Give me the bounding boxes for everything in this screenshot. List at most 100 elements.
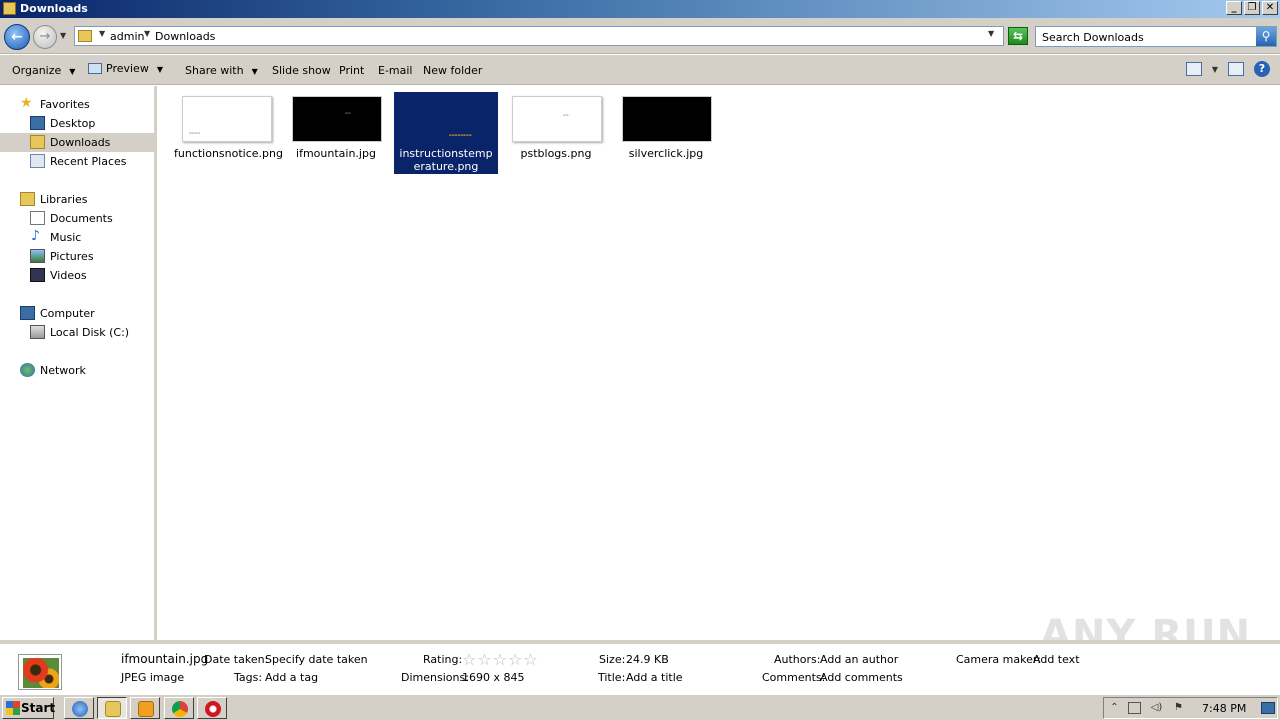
address-bar[interactable]: ▼ admin ▼ Downloads [74,26,1004,46]
nav-music[interactable]: ♪ Music [0,228,157,247]
volume-icon[interactable]: ◁) [1150,702,1163,714]
nav-libraries[interactable]: Libraries [0,190,157,209]
file-item-selected[interactable]: ▬▬▬▬▬▬▬▬ instructionstemperature.png [394,92,498,174]
explorer-folder-icon [105,701,121,717]
nav-favorites[interactable]: ★ Favorites [0,95,157,114]
taskbar-media-player[interactable] [130,697,160,719]
network-status-icon[interactable] [1128,702,1141,714]
file-name: pstblogs.png [520,147,592,160]
new-folder-button[interactable]: New folder [423,64,482,77]
chrome-icon [172,701,188,717]
camera-maker-label: Camera maker: [956,653,1041,666]
refresh-button[interactable]: ⇆ [1008,27,1028,45]
search-placeholder: Search Downloads [1042,31,1144,44]
breadcrumb-admin[interactable]: admin [110,30,144,43]
comments-field[interactable]: Add comments [820,671,903,684]
nav-documents[interactable]: Documents [0,209,157,228]
clock[interactable]: 7:48 PM [1202,702,1246,715]
file-name: silverclick.jpg [628,147,704,160]
taskbar-opera[interactable] [197,697,227,719]
file-name: ifmountain.jpg [296,147,376,160]
search-icon[interactable]: ⚲ [1256,27,1276,46]
nav-pictures-label: Pictures [50,250,94,263]
restore-button[interactable]: ❐ [1244,1,1260,15]
date-taken-label: Date taken: [204,653,269,666]
date-taken-field[interactable]: Specify date taken [265,653,368,666]
nav-pictures[interactable]: Pictures [0,247,157,266]
chevron-down-icon[interactable]: ▼ [144,29,150,38]
address-dropdown[interactable]: ▼ [988,29,994,38]
nav-desktop[interactable]: Desktop [0,114,157,133]
recent-pages-dropdown[interactable]: ▼ [60,31,66,40]
back-button[interactable]: ← [4,24,30,50]
authors-label: Authors: [774,653,821,666]
nav-downloads[interactable]: Downloads [0,133,157,152]
nav-computer-label: Computer [40,307,95,320]
taskbar: Start ⌃ ◁) ⚑ 7:48 PM [0,694,1280,720]
opera-icon [205,701,221,717]
camera-maker-field[interactable]: Add text [1033,653,1080,666]
nav-recent-places[interactable]: Recent Places [0,152,157,171]
image-thumbnail [622,96,712,142]
file-item[interactable]: ▬▬▬▬ functionsnotice.png [174,92,283,174]
view-tools: ▼ ? [1185,61,1270,77]
nav-local-disk-label: Local Disk (C:) [50,326,130,339]
search-input[interactable]: Search Downloads ⚲ [1035,26,1277,47]
navigation-pane: ★ Favorites Desktop Downloads Recent Pla… [0,86,157,640]
downloads-folder-icon [30,135,45,149]
taskbar-internet-explorer[interactable] [64,697,94,719]
thumbnail-text: ▬▬▬▬ [189,131,201,135]
file-item[interactable]: silverclick.jpg [614,92,718,174]
print-button[interactable]: Print [339,64,364,77]
network-icon [20,363,35,377]
close-button[interactable]: ✕ [1262,1,1278,15]
image-thumbnail: ▬▬▬▬ [182,96,272,142]
taskbar-chrome[interactable] [164,697,194,719]
file-item[interactable]: ▬▬ ifmountain.jpg [284,92,388,174]
slide-show-button[interactable]: Slide show [272,64,331,77]
tags-field[interactable]: Add a tag [265,671,318,684]
title-label: Title: [598,671,626,684]
folder-icon [3,2,16,15]
nav-computer[interactable]: Computer [0,304,157,323]
minimize-button[interactable]: _ [1226,1,1242,15]
nav-documents-label: Documents [50,212,113,225]
nav-network[interactable]: Network [0,361,157,380]
chevron-down-icon[interactable]: ▼ [99,29,105,38]
nav-videos[interactable]: Videos [0,266,157,285]
help-icon[interactable]: ? [1254,61,1270,77]
preview-button[interactable]: Preview ▼ [88,62,163,75]
share-with-button[interactable]: Share with ▼ [185,64,258,77]
rating-stars[interactable]: ☆☆☆☆☆ [462,650,539,669]
show-desktop-icon[interactable] [1261,702,1275,714]
chevron-down-icon[interactable]: ▼ [157,65,163,74]
email-button[interactable]: E-mail [378,64,413,77]
nav-desktop-label: Desktop [50,117,96,130]
start-label: Start [21,701,56,715]
flower-image [23,658,59,688]
file-item[interactable]: ▬▬ pstblogs.png [504,92,608,174]
show-hidden-icons-icon[interactable]: ⌃ [1108,702,1121,714]
change-view-icon[interactable] [1185,62,1202,76]
more-options-dropdown[interactable]: ▼ [1212,65,1218,74]
preview-icon [88,63,102,74]
details-filename: ifmountain.jpg [121,652,209,666]
organize-button[interactable]: Organize ▼ [12,64,75,77]
breadcrumb-downloads[interactable]: Downloads [155,30,215,43]
authors-field[interactable]: Add an author [820,653,898,666]
nav-local-disk[interactable]: Local Disk (C:) [0,323,157,342]
start-button[interactable]: Start [2,697,56,719]
window-controls: _ ❐ ✕ [1226,1,1278,15]
taskbar-explorer[interactable] [97,697,127,719]
address-bar-row: ← → ▼ ▼ admin ▼ Downloads ▼ ⇆ Search Dow… [0,18,1280,54]
rating-label: Rating: [423,653,463,666]
disk-icon [30,325,45,339]
image-thumbnail: ▬▬▬▬▬▬▬▬ [402,96,492,142]
share-with-label: Share with [185,64,244,77]
title-field[interactable]: Add a title [626,671,683,684]
title-bar: Downloads _ ❐ ✕ [0,0,1280,18]
dimensions-value: 1690 x 845 [462,671,525,684]
action-center-flag-icon[interactable]: ⚑ [1172,702,1185,714]
forward-button[interactable]: → [33,25,57,49]
preview-pane-icon[interactable] [1228,62,1244,76]
